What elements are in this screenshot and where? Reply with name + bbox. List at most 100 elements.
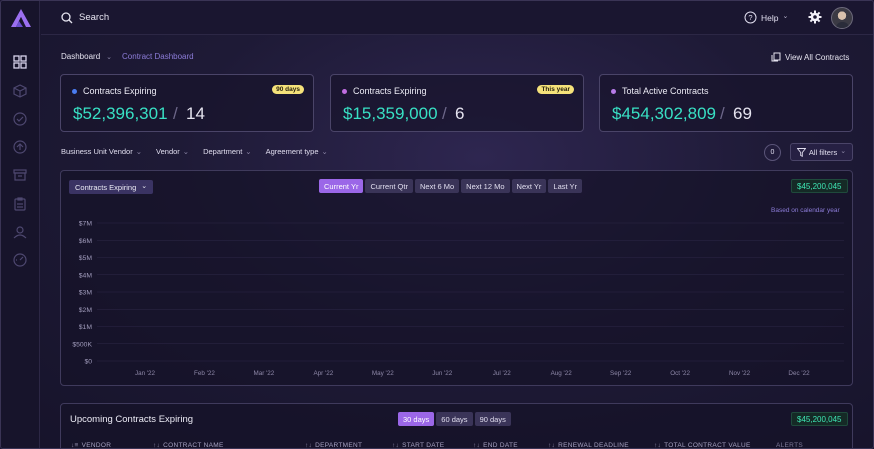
range-30-days[interactable]: 30 days (398, 412, 435, 426)
chevron-down-icon: ⌄ (182, 147, 190, 156)
topbar: Search ? Help ⌄ (41, 1, 873, 35)
sort-icon: ↑↓ (153, 442, 161, 449)
range-90-days[interactable]: 90 days (474, 412, 511, 426)
funnel-icon (796, 147, 806, 157)
x-tick-label: Mar '22 (254, 370, 275, 377)
card-contracts-expiring-90[interactable]: Contracts Expiring 90 days $52,396,301 /… (60, 74, 314, 132)
column-label: RENEWAL DEADLINE (558, 442, 629, 449)
chart-metric-dropdown[interactable]: Contracts Expiring ⌄ (69, 180, 154, 194)
column-end-date[interactable]: ↑↓ END DATE (473, 442, 518, 448)
dashboard-icon[interactable] (12, 54, 28, 70)
upcoming-contracts-panel: Upcoming Contracts Expiring 30 days 60 d… (60, 403, 853, 449)
sort-icon: ↑↓ (654, 442, 662, 449)
x-tick-label: Jun '22 (432, 370, 453, 377)
column-label: START DATE (402, 442, 445, 449)
upcoming-title: Upcoming Contracts Expiring (70, 414, 194, 425)
y-tick-label: $3M (79, 290, 93, 297)
y-tick-label: $7M (79, 221, 93, 228)
breadcrumb-dashboard[interactable]: Dashboard (61, 52, 100, 61)
card-contracts-expiring-year[interactable]: Contracts Expiring This year $15,359,000… (330, 74, 584, 132)
speedometer-icon[interactable] (12, 252, 28, 268)
column-label: DEPARTMENT (315, 442, 363, 449)
x-tick-label: Jan '22 (135, 370, 156, 377)
x-tick-label: Feb '22 (194, 370, 215, 377)
expiring-chart: $7M $6M $5M $4M $3M $2M $1M $500K $0 Jan '22 Feb '… (72, 221, 844, 377)
card-title: Contracts Expiring (83, 86, 157, 96)
column-alerts: ALERTS (776, 442, 803, 449)
gear-icon[interactable] (808, 10, 822, 24)
sort-icon: ↑↓ (392, 442, 400, 449)
filter-department[interactable]: Department ⌄ (203, 147, 251, 156)
column-label: ALERTS (776, 442, 803, 449)
filter-business-unit-vendor[interactable]: Business Unit Vendor ⌄ (61, 147, 142, 156)
y-tick-label: $2M (79, 307, 93, 314)
card-count: 6 (455, 104, 465, 123)
help-icon: ? (744, 11, 757, 24)
clipboard-icon[interactable] (12, 196, 28, 212)
avatar[interactable] (831, 7, 853, 29)
column-contract-name[interactable]: ↑↓ CONTRACT NAME (153, 442, 224, 449)
card-value: $52,396,301 (73, 104, 168, 123)
range-next-12-mo[interactable]: Next 12 Mo (461, 179, 510, 193)
column-start-date[interactable]: ↑↓ START DATE (392, 442, 445, 449)
view-all-contracts-link[interactable]: View All Contracts (771, 52, 849, 62)
range-next-6-mo[interactable]: Next 6 Mo (414, 179, 460, 193)
range-60-days[interactable]: 60 days (436, 412, 473, 426)
upload-icon[interactable] (12, 139, 28, 155)
x-tick-label: Dec '22 (788, 370, 810, 377)
check-circle-icon[interactable] (12, 111, 28, 127)
filter-vendor[interactable]: Vendor ⌄ (156, 147, 189, 156)
column-vendor[interactable]: ↓≡ VENDOR (71, 442, 112, 449)
document-stack-icon (771, 52, 781, 62)
y-tick-label: $0 (84, 359, 92, 366)
column-label: VENDOR (81, 442, 112, 449)
card-badge: This year (537, 85, 574, 94)
filter-agreement-type[interactable]: Agreement type ⌄ (266, 147, 328, 156)
card-separator: / (720, 104, 725, 123)
card-badge: 90 days (272, 85, 304, 94)
range-current-qtr[interactable]: Current Qtr (365, 179, 413, 193)
x-tick-label: Nov '22 (729, 370, 751, 377)
search-input[interactable]: Search (79, 12, 109, 23)
column-renewal-deadline[interactable]: ↑↓ RENEWAL DEADLINE (548, 442, 629, 449)
range-last-yr[interactable]: Last Yr (548, 179, 583, 193)
card-title: Contracts Expiring (353, 86, 427, 96)
y-tick-label: $6M (79, 238, 93, 245)
y-tick-label: $1M (79, 324, 93, 331)
upcoming-total: $45,200,045 (791, 412, 848, 426)
card-dot (342, 89, 347, 94)
breadcrumb-current: Contract Dashboard (122, 52, 194, 61)
chevron-down-icon[interactable]: ⌄ (106, 53, 112, 61)
x-tick-label: Apr '22 (313, 370, 333, 377)
archive-icon[interactable] (12, 167, 28, 183)
view-all-label: View All Contracts (785, 52, 850, 62)
filter-label: Vendor (156, 147, 180, 156)
card-total-active[interactable]: Total Active Contracts $454,302,809 / 69 (599, 74, 853, 132)
column-total-contract-value[interactable]: ↑↓ TOTAL CONTRACT VALUE (654, 442, 751, 449)
all-filters-label: All filters (808, 147, 838, 157)
filter-label: Business Unit Vendor (61, 147, 133, 156)
range-current-yr[interactable]: Current Yr (319, 179, 364, 193)
logo-icon[interactable] (10, 8, 32, 28)
card-separator: / (173, 104, 178, 123)
column-label: CONTRACT NAME (163, 442, 224, 449)
help-menu[interactable]: ? Help ⌄ (744, 11, 788, 24)
user-icon[interactable] (12, 224, 28, 240)
x-tick-label: Aug '22 (551, 370, 573, 377)
y-tick-label: $5M (79, 255, 93, 262)
cube-icon[interactable] (12, 83, 28, 99)
dropdown-label: Contracts Expiring (75, 182, 137, 192)
column-department[interactable]: ↑↓ DEPARTMENT (305, 442, 363, 449)
x-tick-label: Sep '22 (610, 370, 632, 377)
active-filter-count[interactable]: 0 (764, 144, 781, 161)
card-count: 14 (186, 104, 205, 123)
app-window: Search ? Help ⌄ Dashboard ⌄ Contract Das… (0, 0, 874, 449)
search-icon[interactable] (61, 12, 73, 24)
card-separator: / (442, 104, 447, 123)
card-value: $15,359,000 (343, 104, 438, 123)
range-next-yr[interactable]: Next Yr (511, 179, 547, 193)
chart-total: $45,200,045 (791, 179, 848, 193)
x-tick-label: Oct '22 (670, 370, 690, 377)
all-filters-button[interactable]: All filters ⌄ (790, 143, 853, 161)
sort-icon: ↓≡ (71, 442, 79, 449)
